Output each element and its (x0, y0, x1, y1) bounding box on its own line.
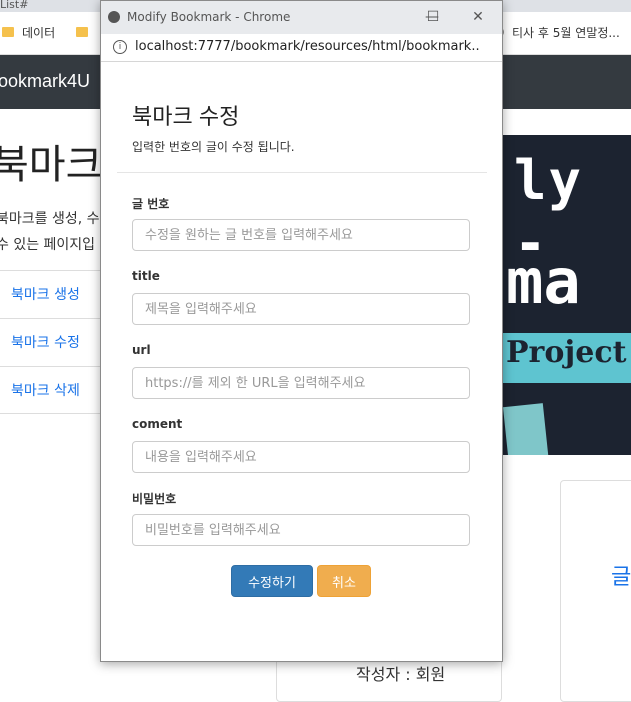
bookmark-label: 데이터 (22, 25, 56, 40)
popup-window: Modify Bookmark - Chrome — ☐ ✕ i localho… (100, 0, 503, 662)
form-title: 북마크 수정 (132, 104, 240, 129)
label-url: url (132, 343, 151, 357)
form-subtitle: 입력한 번호의 글이 수정 됩니다. (132, 140, 295, 154)
author-text: 작성자 : 회원 (356, 665, 446, 684)
description-line: 북마크를 생성, 수 (0, 211, 100, 227)
bookmark-item-tax[interactable]: 티사 후 5월 연말정... (494, 22, 620, 42)
window-titlebar[interactable]: Modify Bookmark - Chrome — ☐ ✕ (101, 1, 502, 34)
url-text[interactable]: localhost:7777/bookmark/resources/html/b… (135, 39, 480, 54)
globe-icon (108, 11, 120, 23)
label-password: 비밀번호 (132, 492, 177, 506)
menu-item-delete[interactable]: 북마크 삭제 (0, 366, 100, 414)
menu-item-create[interactable]: 북마크 생성 (0, 270, 100, 318)
password-input[interactable] (132, 514, 470, 546)
submit-button[interactable]: 수정하기 (231, 565, 313, 597)
label-title: title (132, 269, 160, 283)
description-line: 수 있는 페이지입 (0, 237, 96, 253)
content-card: 글 (560, 480, 631, 702)
bookmark-label: 티사 후 5월 연말정... (512, 25, 620, 40)
form-divider (117, 172, 487, 173)
folder-icon (2, 27, 14, 37)
side-menu: 북마크 생성 북마크 수정 북마크 삭제 (0, 270, 100, 414)
post-number-input[interactable] (132, 219, 470, 251)
card-title[interactable]: 글 (611, 559, 631, 591)
book-illustration (502, 403, 550, 455)
site-brand[interactable]: ookmark4U (0, 71, 90, 92)
page-heading: 북마크 (0, 143, 103, 187)
menu-item-modify[interactable]: 북마크 수정 (0, 318, 100, 366)
banner-image: ly - ma Project (500, 135, 631, 455)
cancel-button[interactable]: 취소 (317, 565, 371, 597)
banner-text: ma (506, 245, 581, 318)
url-input[interactable] (132, 367, 470, 399)
info-icon[interactable]: i (113, 40, 127, 54)
maximize-icon[interactable]: ☐ (422, 7, 444, 27)
title-input[interactable] (132, 293, 470, 325)
bookmark-item-folder[interactable] (76, 22, 96, 42)
page-description: 북마크를 생성, 수 수 있는 페이지입 (0, 206, 100, 258)
label-comment: coment (132, 417, 183, 431)
folder-icon (76, 27, 88, 37)
address-bar: i localhost:7777/bookmark/resources/html… (101, 34, 502, 62)
label-post-number: 글 번호 (132, 197, 170, 211)
close-icon[interactable]: ✕ (467, 7, 489, 27)
window-title: Modify Bookmark - Chrome (127, 10, 291, 24)
comment-input[interactable] (132, 441, 470, 473)
tab-fragment[interactable]: List# (0, 0, 28, 11)
banner-text: Project (506, 335, 627, 370)
bookmark-item-data[interactable]: 데이터 (2, 22, 55, 42)
